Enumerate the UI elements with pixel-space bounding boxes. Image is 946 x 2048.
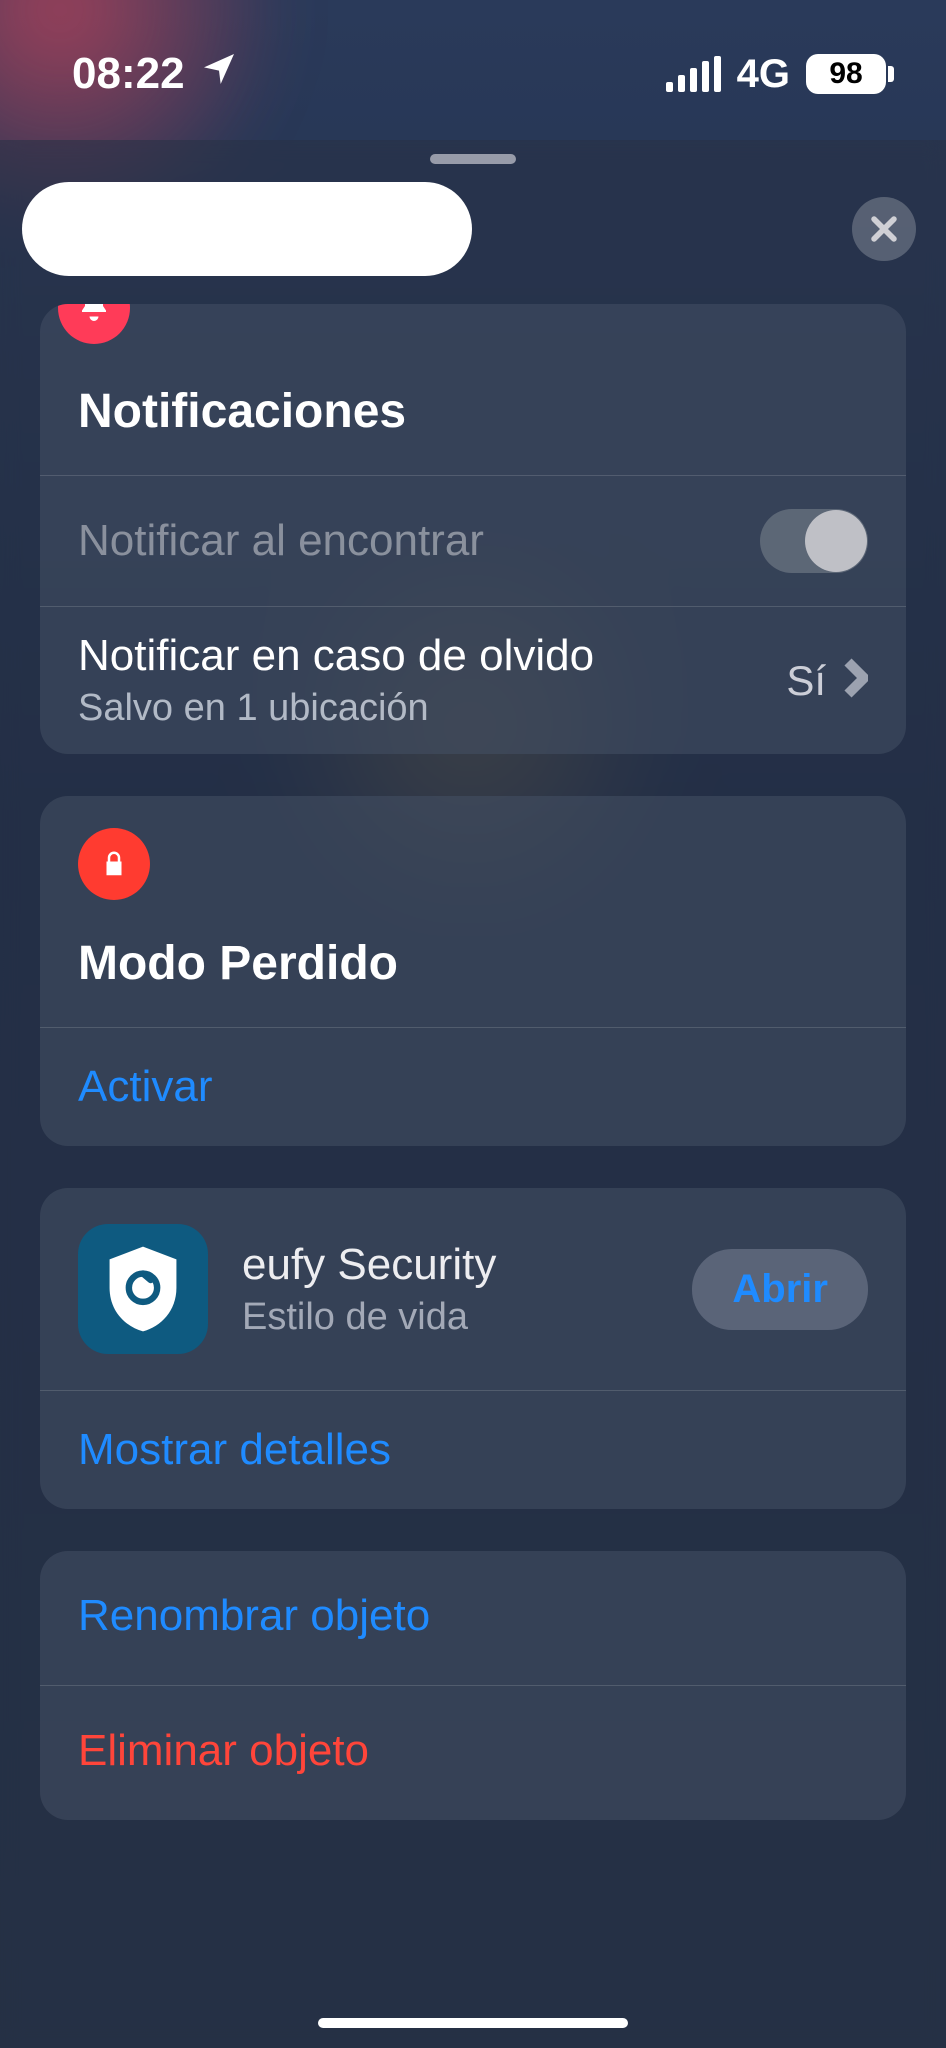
notifications-card: Notificaciones Notificar al encontrar No… — [40, 304, 906, 754]
rename-item-button[interactable]: Renombrar objeto — [78, 1551, 868, 1685]
status-time: 08:22 — [72, 49, 185, 99]
home-indicator[interactable] — [318, 2018, 628, 2028]
notify-when-found-label: Notificar al encontrar — [78, 516, 484, 566]
notify-when-left-value: Sí — [786, 657, 826, 705]
bell-icon-badge — [58, 304, 130, 344]
sheet-grabber[interactable] — [430, 154, 516, 164]
item-actions-card: Renombrar objeto Eliminar objeto — [40, 1551, 906, 1820]
cellular-signal-icon — [666, 56, 721, 92]
delete-item-button[interactable]: Eliminar objeto — [78, 1686, 868, 1820]
show-app-details-button[interactable]: Mostrar detalles — [78, 1391, 868, 1509]
lock-icon — [99, 846, 129, 882]
close-button[interactable] — [852, 197, 916, 261]
app-name: eufy Security — [242, 1240, 658, 1290]
app-icon — [78, 1224, 208, 1354]
close-icon — [867, 212, 901, 246]
notify-when-found-row[interactable]: Notificar al encontrar — [78, 476, 868, 606]
item-name-field[interactable] — [22, 182, 472, 276]
status-bar: 08:22 4G 98 — [0, 0, 946, 120]
detail-sheet: Notificaciones Notificar al encontrar No… — [0, 140, 946, 2048]
open-app-button[interactable]: Abrir — [692, 1249, 868, 1330]
battery-level: 98 — [829, 57, 862, 91]
notify-when-left-label: Notificar en caso de olvido — [78, 631, 594, 681]
notify-when-left-row[interactable]: Notificar en caso de olvido Salvo en 1 u… — [78, 607, 868, 754]
lost-mode-card: Modo Perdido Activar — [40, 796, 906, 1146]
lock-icon-badge — [78, 828, 150, 900]
lost-mode-title: Modo Perdido — [78, 900, 868, 1027]
activate-lost-mode-button[interactable]: Activar — [78, 1028, 868, 1146]
location-icon — [199, 49, 239, 100]
bell-icon — [76, 304, 112, 329]
toggle-knob — [805, 510, 867, 572]
chevron-right-icon — [844, 658, 868, 703]
shield-icon — [104, 1244, 182, 1334]
notify-when-left-sub: Salvo en 1 ubicación — [78, 687, 594, 730]
network-type: 4G — [737, 52, 790, 97]
app-category: Estilo de vida — [242, 1296, 658, 1339]
notify-when-found-toggle[interactable] — [760, 509, 868, 573]
battery-indicator: 98 — [806, 54, 886, 94]
notifications-title: Notificaciones — [78, 348, 868, 475]
companion-app-card: eufy Security Estilo de vida Abrir Mostr… — [40, 1188, 906, 1509]
